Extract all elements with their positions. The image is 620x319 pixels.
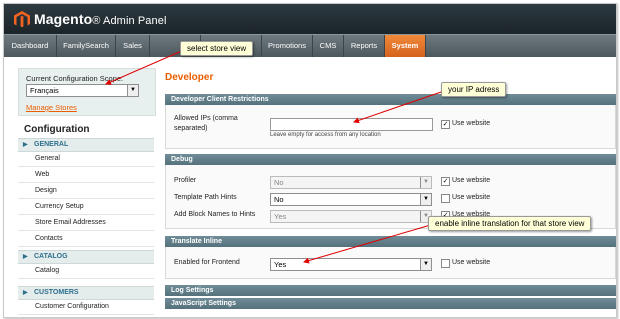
nav-familysearch[interactable]: FamilySearch xyxy=(57,35,116,57)
nav-promotions[interactable]: Promotions xyxy=(262,35,313,57)
sidebar-item-general[interactable]: General xyxy=(18,151,154,167)
block-names-label: Add Block Names to Hints xyxy=(174,211,256,218)
magento-logo-icon xyxy=(14,11,30,28)
nav-reports[interactable]: Reports xyxy=(344,35,385,57)
use-website-label: Use website xyxy=(452,194,491,201)
allowed-ips-input[interactable] xyxy=(270,118,433,131)
chevron-down-icon: ▼ xyxy=(420,194,431,205)
block-names-select[interactable]: Yes ▼ xyxy=(270,210,432,223)
section-title: CATALOG xyxy=(34,253,68,260)
brand-title: Magento® Admin Panel xyxy=(34,11,167,27)
page-title: Developer xyxy=(165,72,214,83)
use-website-checkbox[interactable]: ✓ xyxy=(441,120,450,129)
fieldset-header-dev-restrictions[interactable]: Developer Client Restrictions xyxy=(165,94,616,105)
triangle-right-icon: ▶ xyxy=(23,290,28,296)
sidebar-item-currency-setup[interactable]: Currency Setup xyxy=(18,199,154,215)
template-path-hints-select[interactable]: No ▼ xyxy=(270,193,432,206)
section-catalog[interactable]: ▶ CATALOG xyxy=(18,250,154,264)
fieldset-dev-restrictions: Allowed IPs (comma separated) Leave empt… xyxy=(165,105,616,149)
use-website-checkbox[interactable] xyxy=(441,259,450,268)
chevron-down-icon: ▼ xyxy=(420,259,431,270)
triangle-right-icon: ▶ xyxy=(23,254,28,260)
fieldset-translate-inline: Enabled for Frontend Yes ▼ Use website xyxy=(165,247,616,279)
main-nav: Dashboard FamilySearch Sales Promotions … xyxy=(4,34,616,57)
nav-cms[interactable]: CMS xyxy=(313,35,344,57)
profiler-select[interactable]: No ▼ xyxy=(270,176,432,189)
sidebar-item-catalog[interactable]: Catalog xyxy=(18,263,154,279)
triangle-right-icon: ▶ xyxy=(23,142,28,148)
scope-select[interactable]: Français ▼ xyxy=(26,84,139,97)
use-website-label: Use website xyxy=(452,177,491,184)
section-title: CUSTOMERS xyxy=(34,289,79,296)
enabled-frontend-label: Enabled for Frontend xyxy=(174,259,240,266)
chevron-down-icon: ▼ xyxy=(127,85,138,96)
callout-select-store-view: select store view xyxy=(180,41,254,56)
fieldset-header-translate-inline[interactable]: Translate Inline xyxy=(165,236,616,247)
sidebar-item-web[interactable]: Web xyxy=(18,167,154,183)
fieldset-header-javascript-settings[interactable]: JavaScript Settings xyxy=(165,298,616,309)
section-title: GENERAL xyxy=(34,141,69,148)
nav-dashboard[interactable]: Dashboard xyxy=(4,35,57,57)
section-customers[interactable]: ▶ CUSTOMERS xyxy=(18,286,154,300)
header-bar: Magento® Admin Panel xyxy=(4,4,616,34)
configuration-title: Configuration xyxy=(24,124,90,135)
config-scope-box: Current Configuration Scope: Français ▼ … xyxy=(18,68,156,116)
use-website-checkbox[interactable] xyxy=(441,194,450,203)
allowed-ips-label-1: Allowed IPs (comma xyxy=(174,115,238,122)
chevron-down-icon: ▼ xyxy=(420,177,431,188)
sidebar-item-design[interactable]: Design xyxy=(18,183,154,199)
callout-your-ip: your IP adress xyxy=(441,82,507,97)
nav-system[interactable]: System xyxy=(385,35,426,57)
use-website-label: Use website xyxy=(452,120,491,127)
allowed-ips-label-2: separated) xyxy=(174,125,208,132)
sidebar-item-contacts[interactable]: Contacts xyxy=(18,231,154,247)
enabled-frontend-select[interactable]: Yes ▼ xyxy=(270,258,432,271)
sidebar-item-customer-configuration[interactable]: Customer Configuration xyxy=(18,299,154,315)
nav-sales[interactable]: Sales xyxy=(116,35,150,57)
allowed-ips-note: Leave empty for access from any location xyxy=(270,132,381,138)
profiler-label: Profiler xyxy=(174,177,197,184)
scope-label: Current Configuration Scope: xyxy=(26,74,124,83)
admin-window: Magento® Admin Panel Dashboard FamilySea… xyxy=(3,3,617,318)
section-general[interactable]: ▶ GENERAL xyxy=(18,138,154,152)
fieldset-header-debug[interactable]: Debug xyxy=(165,154,616,165)
template-path-hints-label: Template Path Hints xyxy=(174,194,237,201)
sidebar-item-store-email[interactable]: Store Email Addresses xyxy=(18,215,154,231)
callout-enable-translation: enable inline translation for that store… xyxy=(428,216,592,231)
scope-select-value: Français xyxy=(30,86,59,95)
fieldset-header-log-settings[interactable]: Log Settings xyxy=(165,285,616,296)
manage-stores-link[interactable]: Manage Stores xyxy=(26,103,77,112)
use-website-checkbox[interactable]: ✓ xyxy=(441,177,450,186)
use-website-label: Use website xyxy=(452,259,491,266)
